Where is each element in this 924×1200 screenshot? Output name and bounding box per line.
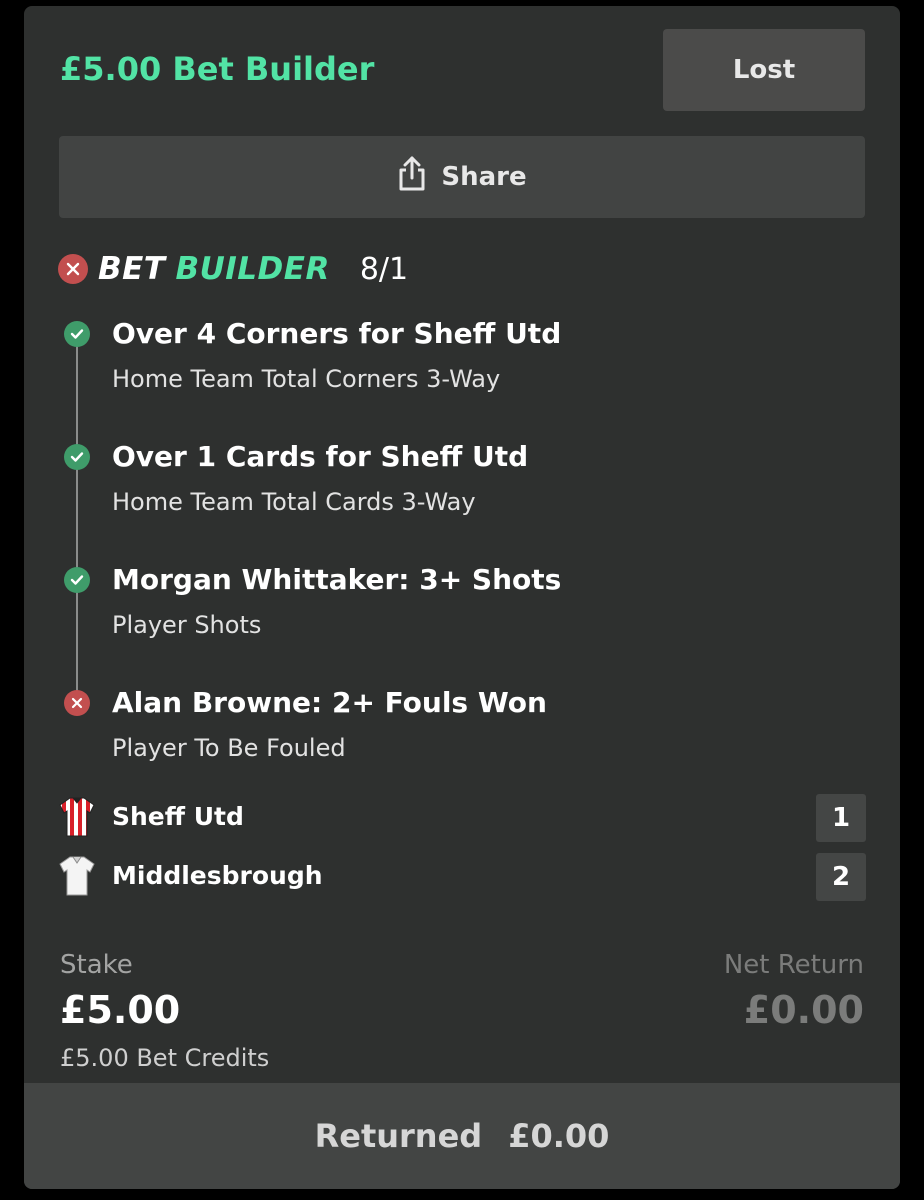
bet-title: £5.00 Bet Builder <box>60 50 375 88</box>
leg-name: Morgan Whittaker: 3+ Shots <box>112 563 562 596</box>
team-row-home: Sheff Utd 1 <box>58 794 866 842</box>
leg-name: Alan Browne: 2+ Fouls Won <box>112 686 547 719</box>
stake-bet-credits: £5.00 Bet Credits <box>60 1044 270 1072</box>
bet-builder-header: BET BUILDER 8/1 <box>58 250 408 288</box>
bet-builder-logo-word1: BET <box>98 251 166 287</box>
leg-name: Over 1 Cards for Sheff Utd <box>112 440 529 473</box>
share-button[interactable]: Share <box>59 136 865 218</box>
stake-label: Stake <box>60 950 133 980</box>
leg-market: Home Team Total Cards 3-Way <box>112 488 476 516</box>
bet-builder-logo-word2: BUILDER <box>175 251 330 287</box>
bet-card: £5.00 Bet Builder Lost Share BET BUILDER… <box>24 6 900 1189</box>
team-score: 1 <box>816 794 866 842</box>
leg-market: Player To Be Fouled <box>112 734 346 762</box>
share-label: Share <box>441 162 527 192</box>
red-white-stripes-shirt-icon <box>58 796 96 842</box>
lost-x-icon <box>58 254 88 284</box>
won-check-icon <box>64 321 90 347</box>
net-return-label: Net Return <box>723 950 864 980</box>
won-check-icon <box>64 567 90 593</box>
team-name: Sheff Utd <box>112 802 244 831</box>
white-shirt-icon <box>58 855 96 901</box>
returned-amount: £0.00 <box>508 1117 610 1155</box>
lost-x-icon <box>64 690 90 716</box>
team-score: 2 <box>816 853 866 901</box>
returned-label: Returned <box>314 1117 483 1155</box>
team-row-away: Middlesbrough 2 <box>58 853 866 901</box>
stake-amount: £5.00 <box>60 988 181 1032</box>
status-button[interactable]: Lost <box>663 29 865 111</box>
bet-odds: 8/1 <box>359 251 409 287</box>
leg-market: Home Team Total Corners 3-Way <box>112 365 501 393</box>
leg-market: Player Shots <box>112 611 262 639</box>
team-name: Middlesbrough <box>112 861 323 890</box>
share-icon <box>397 156 427 199</box>
legs-timeline-line <box>76 336 78 706</box>
returned-footer: Returned £0.00 <box>24 1083 900 1189</box>
leg-name: Over 4 Corners for Sheff Utd <box>112 317 562 350</box>
won-check-icon <box>64 444 90 470</box>
net-return-amount: £0.00 <box>743 988 864 1032</box>
